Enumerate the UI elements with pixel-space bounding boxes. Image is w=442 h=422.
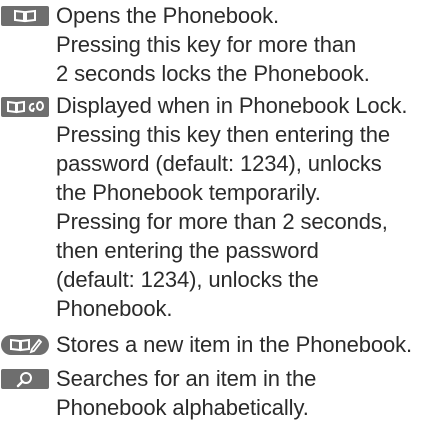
phonebook-description: Opens the Phonebook. Pressing this key f… [56,1,440,88]
store-item-description: Stores a new item in the Phonebook. [56,330,440,359]
phonebook-lock-key-icon [1,97,49,117]
text-line: Pressing for more than 2 seconds, [56,209,388,234]
phonebook-key-icon [1,6,49,26]
text-line: Pressing this key for more than [56,32,357,57]
text-line: 2 seconds locks the Phonebook. [56,61,370,86]
search-description: Searches for an item in the Phonebook al… [56,364,440,422]
text-line: Displayed when in Phonebook Lock. [56,93,408,118]
text-line: Searches for an item in the [56,366,317,391]
search-key-icon [1,369,49,389]
text-line: (default: 1234), unlocks the [56,267,319,292]
text-line: then entering the password [56,238,319,263]
text-line: password (default: 1234), unlocks [56,151,382,176]
text-line: Phonebook. [56,296,173,321]
text-line: Opens the Phonebook. [56,3,280,28]
store-item-key-icon [1,335,49,355]
text-line: Phonebook alphabetically. [56,395,309,420]
text-line: Pressing this key then entering the [56,122,391,147]
phonebook-lock-description: Displayed when in Phonebook Lock. Pressi… [56,91,440,323]
text-line: Stores a new item in the Phonebook. [56,332,413,357]
text-line: the Phonebook temporarily. [56,180,321,205]
